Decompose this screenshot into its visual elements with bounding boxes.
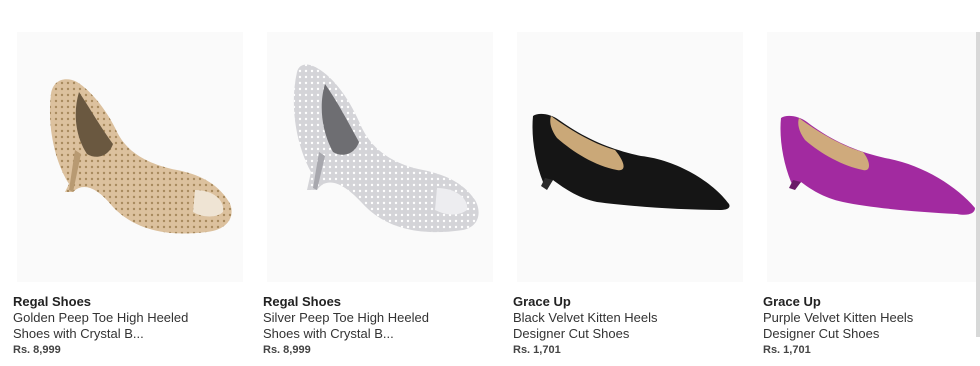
product-price: Rs. 1,701	[513, 344, 561, 356]
product-card[interactable]: Grace Up Purple Velvet Kitten Heels Desi…	[763, 32, 980, 362]
product-price: Rs. 8,999	[13, 344, 61, 356]
product-brand[interactable]: Regal Shoes	[263, 294, 341, 309]
product-card[interactable]: Regal Shoes Golden Peep Toe High Heeled …	[13, 32, 243, 362]
silver-peep-toe-heel-image	[293, 64, 479, 233]
product-brand[interactable]: Grace Up	[763, 294, 821, 309]
product-image[interactable]	[517, 32, 743, 282]
product-title-line-2[interactable]: Designer Cut Shoes	[763, 326, 980, 342]
product-price: Rs. 1,701	[763, 344, 811, 356]
product-title[interactable]: Silver Peep Toe High Heeled Shoes with C…	[263, 310, 503, 342]
purple-kitten-heel-image	[780, 115, 975, 215]
product-title-line-1[interactable]: Golden Peep Toe High Heeled	[13, 310, 253, 326]
black-kitten-heel-image	[532, 113, 730, 210]
product-brand[interactable]: Regal Shoes	[13, 294, 91, 309]
product-title-line-2[interactable]: Designer Cut Shoes	[513, 326, 753, 342]
product-title-line-1[interactable]: Silver Peep Toe High Heeled	[263, 310, 503, 326]
product-brand[interactable]: Grace Up	[513, 294, 571, 309]
golden-peep-toe-heel-image	[49, 79, 232, 234]
product-title-line-2[interactable]: Shoes with Crystal B...	[263, 326, 503, 342]
product-grid: Regal Shoes Golden Peep Toe High Heeled …	[0, 0, 980, 366]
product-title[interactable]: Black Velvet Kitten Heels Designer Cut S…	[513, 310, 753, 342]
product-card[interactable]: Regal Shoes Silver Peep Toe High Heeled …	[263, 32, 493, 362]
product-image[interactable]	[17, 32, 243, 282]
scrollbar[interactable]	[976, 32, 980, 337]
product-title-line-1[interactable]: Black Velvet Kitten Heels	[513, 310, 753, 326]
product-title-line-2[interactable]: Shoes with Crystal B...	[13, 326, 253, 342]
product-image[interactable]	[767, 32, 980, 282]
product-image[interactable]	[267, 32, 493, 282]
product-price: Rs. 8,999	[263, 344, 311, 356]
product-title-line-1[interactable]: Purple Velvet Kitten Heels	[763, 310, 980, 326]
product-title[interactable]: Golden Peep Toe High Heeled Shoes with C…	[13, 310, 253, 342]
product-card[interactable]: Grace Up Black Velvet Kitten Heels Desig…	[513, 32, 743, 362]
product-title[interactable]: Purple Velvet Kitten Heels Designer Cut …	[763, 310, 980, 342]
